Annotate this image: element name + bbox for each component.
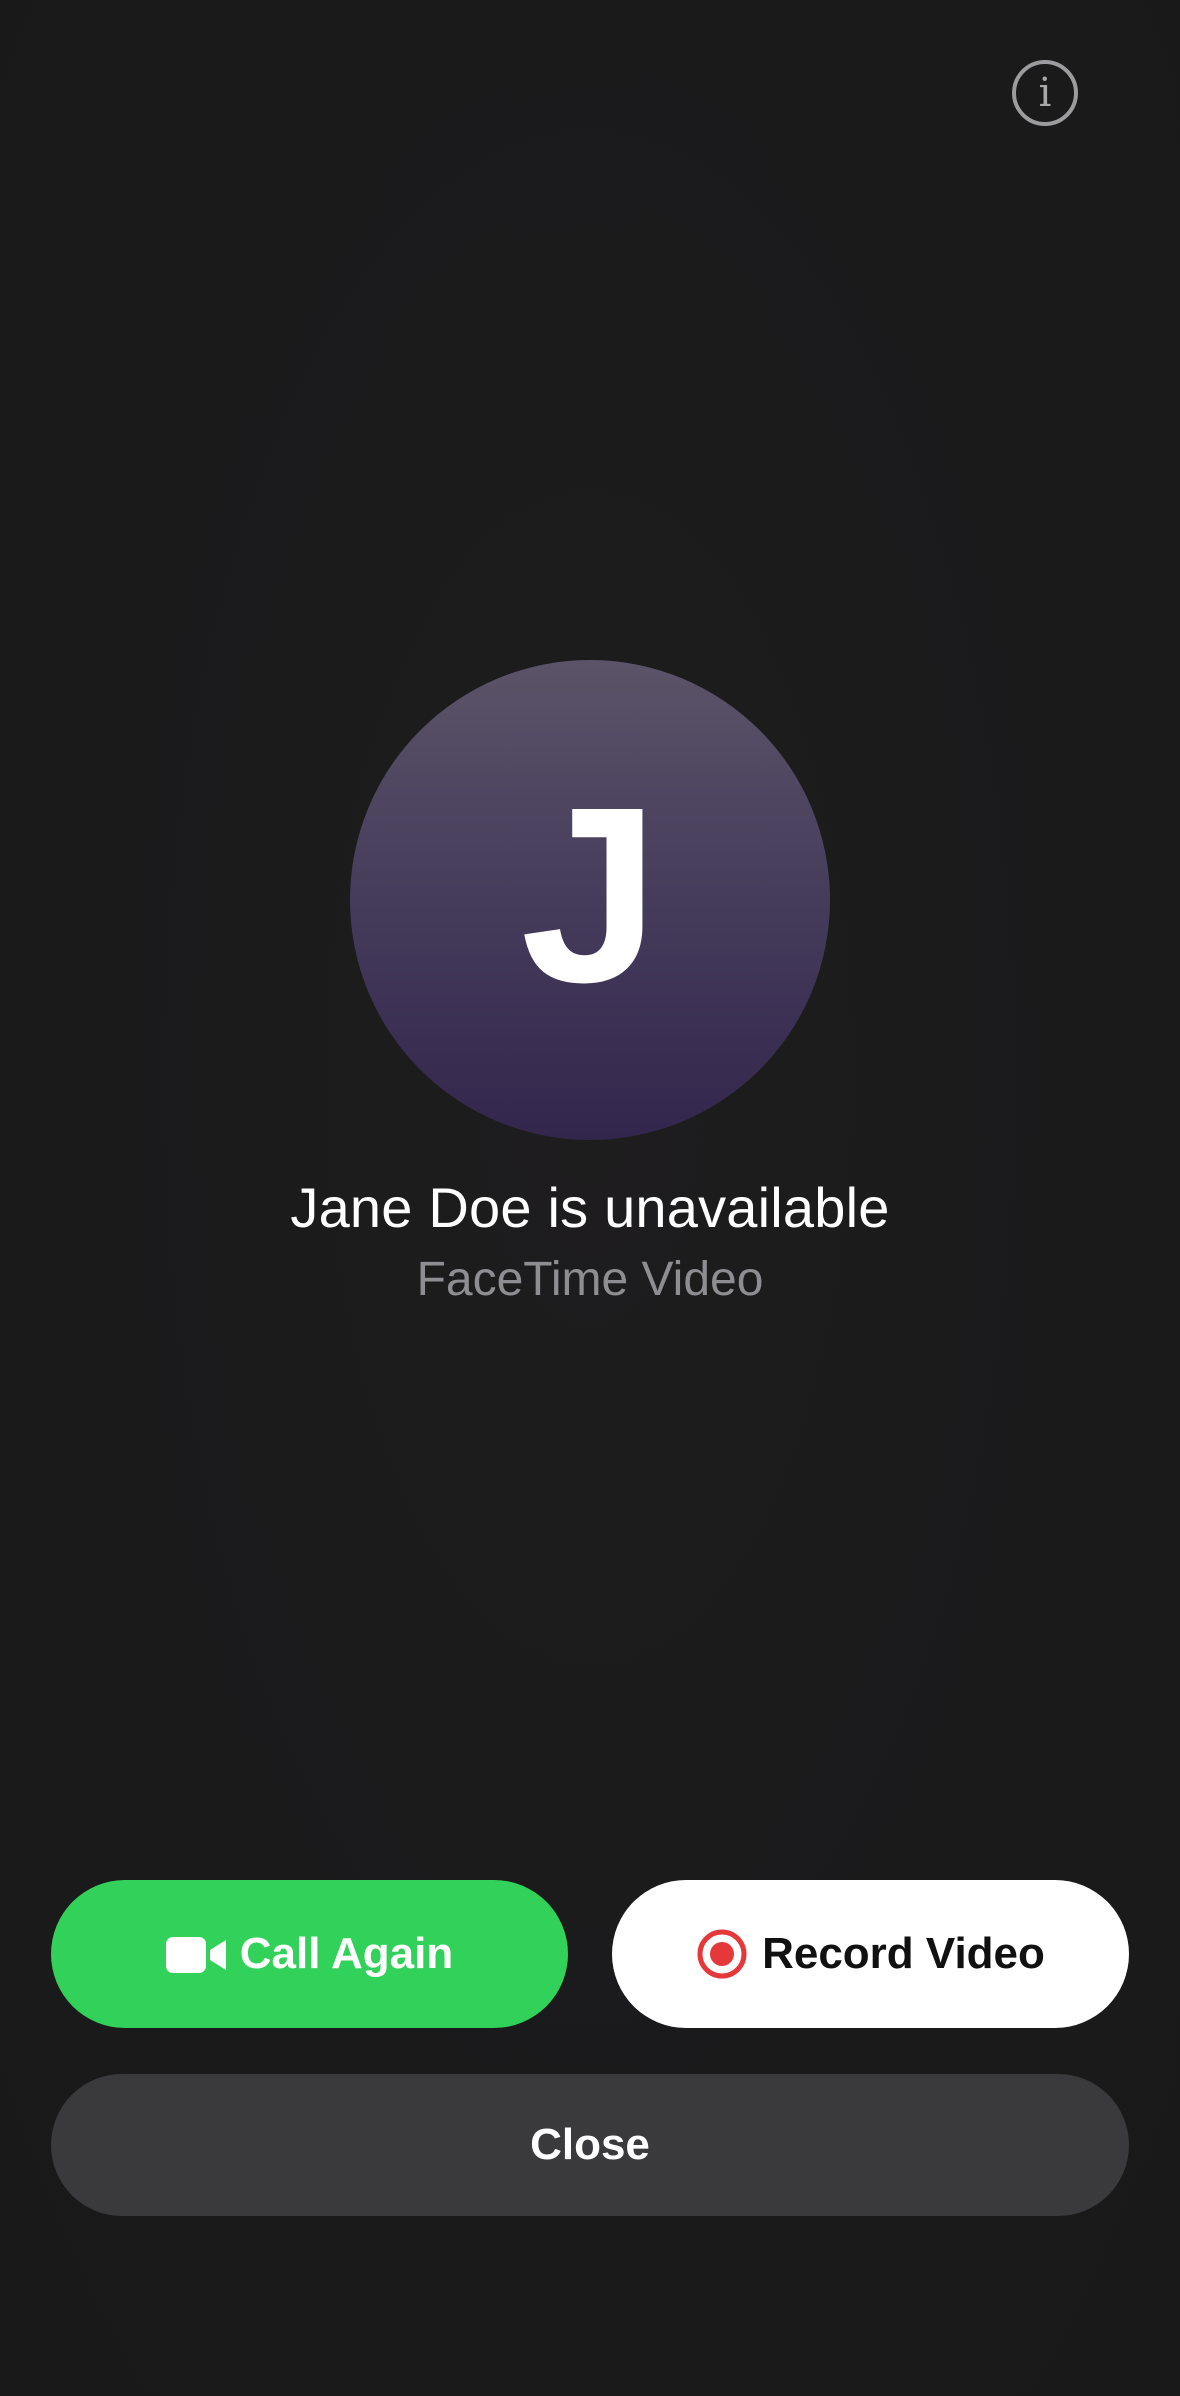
- record-icon: [696, 1928, 748, 1980]
- avatar: J: [350, 660, 830, 1140]
- video-camera-icon: [165, 1935, 228, 1973]
- info-icon[interactable]: i: [1012, 60, 1078, 126]
- record-video-label: Record Video: [762, 1929, 1045, 1978]
- facetime-unavailable-screen: i J Jane Doe is unavailable FaceTime Vid…: [0, 0, 1180, 2396]
- status-title: Jane Doe is unavailable: [290, 1176, 890, 1239]
- call-again-button[interactable]: Call Again: [51, 1880, 568, 2028]
- call-again-label: Call Again: [239, 1929, 454, 1978]
- avatar-initial: J: [520, 755, 660, 1034]
- record-video-button[interactable]: Record Video: [612, 1880, 1129, 2028]
- close-button[interactable]: Close: [51, 2074, 1129, 2216]
- info-glyph: i: [1038, 70, 1052, 116]
- call-type-label: FaceTime Video: [416, 1253, 764, 1306]
- close-label: Close: [530, 2120, 650, 2169]
